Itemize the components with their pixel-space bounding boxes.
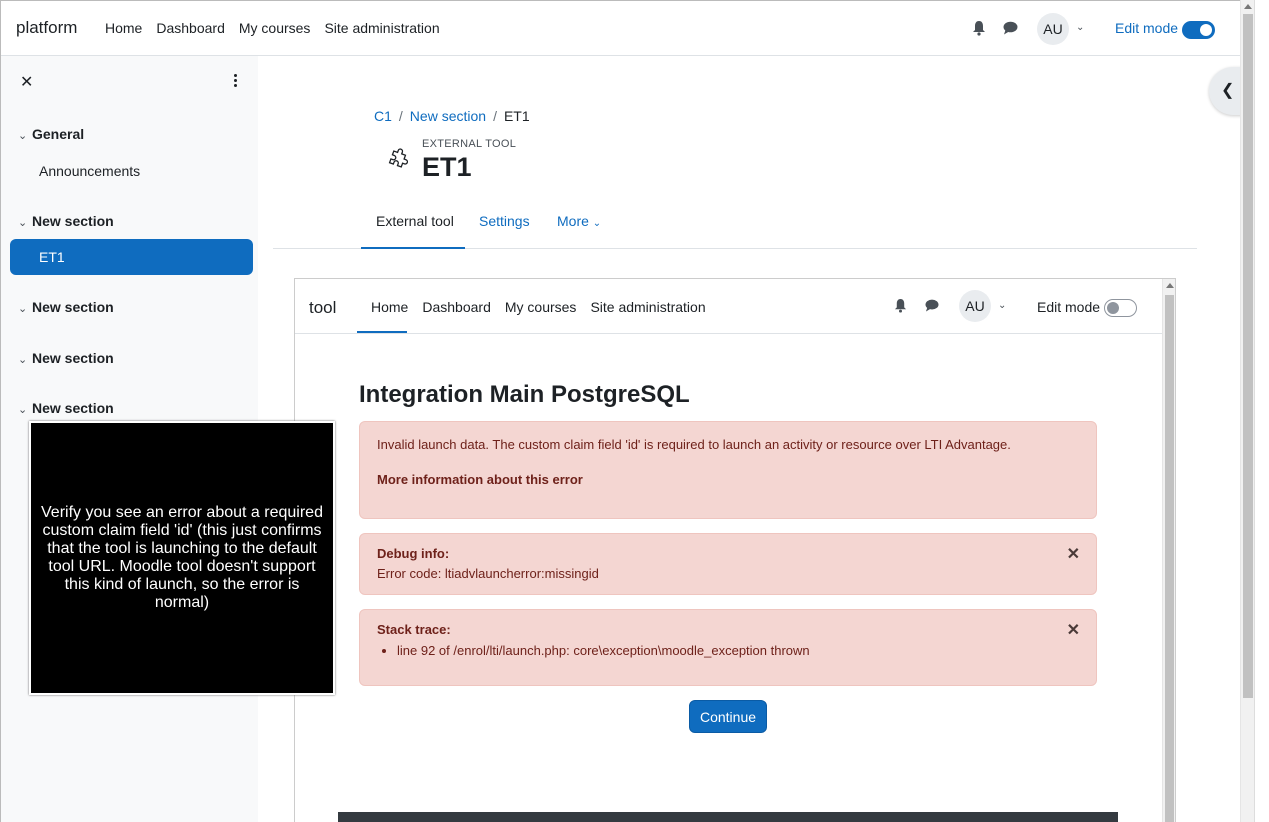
iframe-navbar: tool Home Dashboard My courses Site admi… [295, 279, 1162, 334]
block-drawer-toggle-button[interactable]: ❮ [1209, 67, 1240, 115]
more-info-link[interactable]: More information about this error [377, 472, 583, 487]
close-drawer-icon[interactable]: ✕ [20, 72, 33, 92]
iframe-nav-site-administration[interactable]: Site administration [583, 299, 712, 315]
close-icon[interactable]: ✕ [1067, 544, 1080, 564]
top-navbar: platform Home Dashboard My courses Site … [1, 1, 1240, 56]
nav-my-courses[interactable]: My courses [239, 20, 311, 36]
stack-trace-alert: Stack trace: line 92 of /enrol/lti/launc… [359, 609, 1097, 686]
primary-navigation: Home Dashboard My courses Site administr… [105, 20, 440, 36]
section-new-section-3[interactable]: ⌄ New section [18, 350, 114, 366]
edit-mode-toggle[interactable] [1182, 21, 1215, 39]
scroll-up-arrow-icon[interactable] [1166, 283, 1174, 288]
close-icon[interactable]: ✕ [1067, 620, 1080, 640]
chevron-down-icon: ⌄ [592, 218, 602, 229]
tab-more[interactable]: More ⌄ [557, 213, 601, 229]
instruction-overlay: Verify you see an error about a required… [29, 421, 335, 695]
edit-mode-label: Edit mode [1115, 20, 1179, 36]
debug-info-alert: Debug info: Error code: ltiadvlauncherro… [359, 533, 1097, 595]
drawer-item-announcements[interactable]: Announcements [39, 163, 140, 179]
iframe-nav-my-courses[interactable]: My courses [498, 299, 584, 315]
section-new-section-2[interactable]: ⌄ New section [18, 299, 114, 315]
iframe-notifications-bell-icon[interactable] [894, 298, 907, 313]
iframe-user-menu-chevron-down-icon[interactable]: ⌄ [998, 300, 1006, 311]
window-scrollbar[interactable] [1240, 0, 1254, 822]
nav-site-administration[interactable]: Site administration [324, 20, 439, 36]
iframe-footer [338, 812, 1118, 822]
nav-dashboard[interactable]: Dashboard [156, 20, 225, 36]
drawer-item-et1-active[interactable]: ET1 [10, 239, 253, 275]
scroll-up-arrow-icon[interactable] [1244, 4, 1252, 9]
notifications-bell-icon[interactable] [972, 20, 986, 36]
iframe-edit-mode-toggle[interactable] [1104, 299, 1137, 317]
messages-chat-icon[interactable] [1003, 21, 1018, 35]
nav-home[interactable]: Home [105, 20, 142, 36]
error-alert: Invalid launch data. The custom claim fi… [359, 421, 1097, 519]
breadcrumb: C1 / New section / ET1 [374, 108, 530, 124]
breadcrumb-c1[interactable]: C1 [374, 108, 392, 124]
activity-type-label: EXTERNAL TOOL [422, 138, 517, 150]
iframe-nav-dashboard[interactable]: Dashboard [415, 299, 498, 315]
iframe-primary-navigation: Home Dashboard My courses Site administr… [364, 299, 713, 315]
chevron-down-icon[interactable]: ⌄ [18, 129, 32, 142]
error-message: Invalid launch data. The custom claim fi… [377, 437, 1011, 452]
drawer-options-kebab-icon[interactable] [232, 74, 238, 90]
tool-launch-iframe: tool Home Dashboard My courses Site admi… [294, 278, 1176, 822]
continue-button[interactable]: Continue [689, 700, 767, 733]
section-new-section-4[interactable]: ⌄ New section [18, 400, 114, 416]
instruction-text: Verify you see an error about a required… [41, 504, 323, 611]
stack-trace-line: line 92 of /enrol/lti/launch.php: core\e… [397, 643, 810, 658]
chevron-down-icon[interactable]: ⌄ [18, 216, 32, 229]
iframe-site-heading: Integration Main PostgreSQL [359, 381, 690, 408]
iframe-scrollbar[interactable] [1162, 279, 1175, 822]
breadcrumb-current: ET1 [503, 108, 530, 124]
iframe-user-avatar[interactable]: AU [959, 290, 991, 322]
breadcrumb-new-section[interactable]: New section [410, 108, 486, 124]
user-menu-chevron-down-icon[interactable]: ⌄ [1076, 22, 1084, 33]
window-edge [1254, 0, 1269, 822]
iframe-nav-active-indicator [357, 331, 407, 333]
stack-trace-list: line 92 of /enrol/lti/launch.php: core\e… [397, 643, 810, 658]
iframe-brand[interactable]: tool [309, 298, 336, 318]
section-general[interactable]: ⌄ General [18, 126, 84, 142]
chevron-left-icon: ❮ [1221, 82, 1235, 99]
tab-external-tool[interactable]: External tool [361, 213, 465, 249]
user-avatar[interactable]: AU [1037, 13, 1069, 45]
iframe-scrollbar-thumb[interactable] [1165, 295, 1174, 822]
section-new-section-1[interactable]: ⌄ New section [18, 213, 114, 229]
tab-settings[interactable]: Settings [479, 213, 530, 229]
debug-info-title: Debug info: [377, 546, 450, 561]
chevron-down-icon[interactable]: ⌄ [18, 403, 32, 416]
iframe-edit-mode-label: Edit mode [1037, 299, 1101, 315]
chevron-down-icon[interactable]: ⌄ [18, 302, 32, 315]
secondary-navigation: External tool Settings More ⌄ [273, 199, 1197, 249]
window-scrollbar-thumb[interactable] [1243, 14, 1253, 698]
stack-trace-title: Stack trace: [377, 622, 451, 637]
iframe-nav-home[interactable]: Home [364, 299, 415, 315]
external-tool-puzzle-icon [388, 148, 409, 168]
iframe-messages-chat-icon[interactable] [925, 299, 939, 312]
page: platform Home Dashboard My courses Site … [0, 0, 1240, 822]
debug-error-code: Error code: ltiadvlauncherror:missingid [377, 566, 599, 581]
page-title: ET1 [422, 152, 472, 182]
chevron-down-icon[interactable]: ⌄ [18, 353, 32, 366]
site-brand[interactable]: platform [16, 18, 77, 38]
